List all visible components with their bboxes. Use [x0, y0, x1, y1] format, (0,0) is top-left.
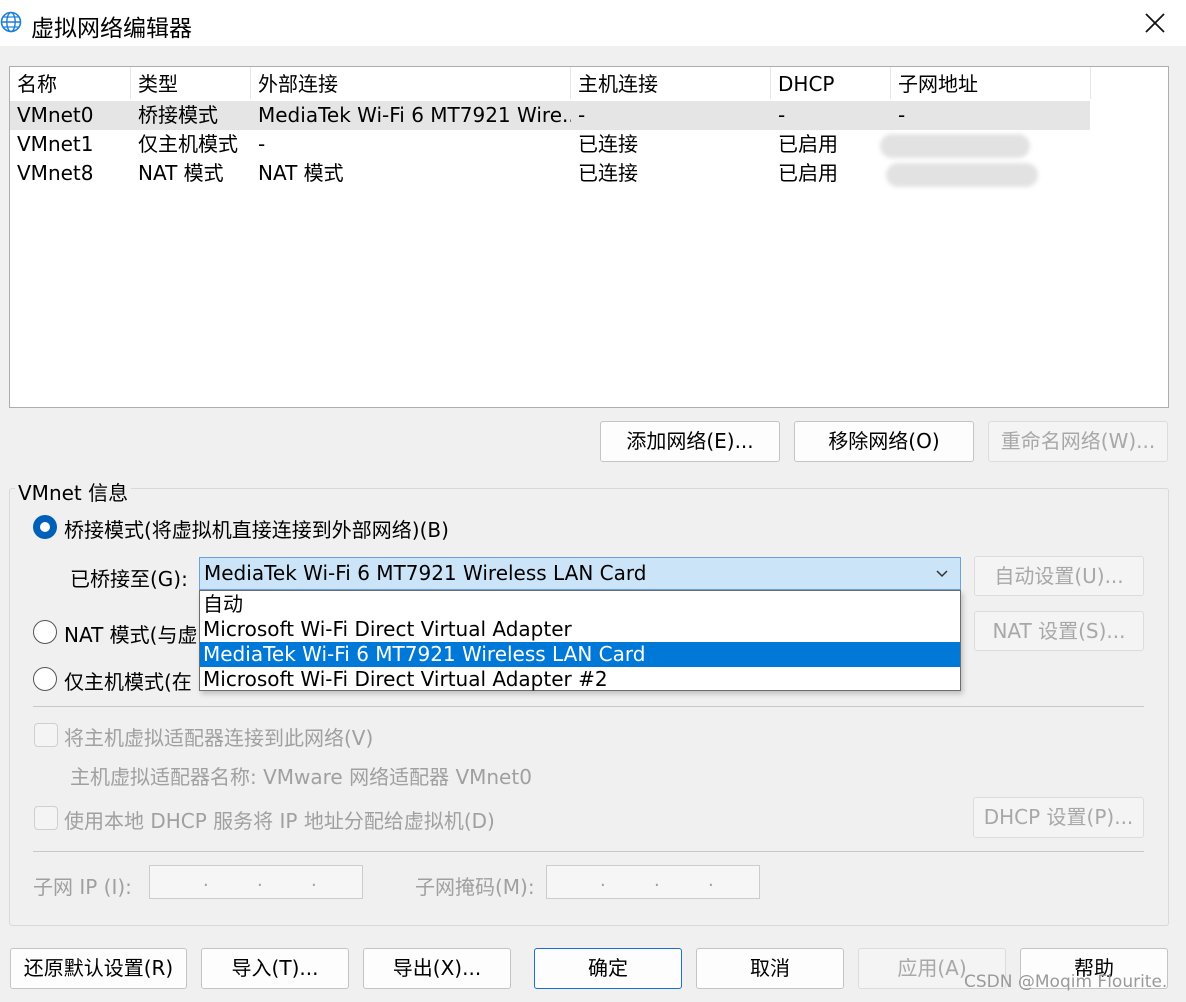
- add-network-button[interactable]: 添加网络(E)...: [600, 421, 780, 462]
- subnet-ip-field[interactable]: ...: [149, 865, 363, 899]
- bridged-to-value: MediaTek Wi-Fi 6 MT7921 Wireless LAN Car…: [204, 561, 647, 585]
- bridge-mode-radio[interactable]: [33, 515, 57, 539]
- close-icon[interactable]: [1140, 8, 1170, 38]
- connect-adapter-label: 将主机虚拟适配器连接到此网络(V): [64, 726, 374, 750]
- column-header-subnet[interactable]: 子网地址: [891, 67, 1091, 99]
- bridge-mode-label[interactable]: 桥接模式(将虚拟机直接连接到外部网络)(B): [64, 514, 449, 543]
- title-bar: 虚拟网络编辑器: [0, 0, 1186, 46]
- cell-type: NAT 模式: [138, 161, 224, 185]
- separator: [33, 706, 1144, 707]
- window-title: 虚拟网络编辑器: [31, 16, 192, 42]
- table-row[interactable]: VMnet1 仅主机模式 - 已连接 已启用: [10, 130, 1090, 159]
- column-header-external[interactable]: 外部连接: [251, 67, 571, 99]
- column-header-type[interactable]: 类型: [131, 67, 251, 99]
- dhcp-settings-button[interactable]: DHCP 设置(P)...: [973, 797, 1144, 838]
- vmnet-info-group: [9, 488, 1169, 926]
- network-table[interactable]: 名称 类型 外部连接 主机连接 DHCP 子网地址 VMnet0 桥接模式 Me…: [9, 66, 1169, 408]
- remove-network-button[interactable]: 移除网络(O): [794, 421, 974, 462]
- cell-type: 仅主机模式: [138, 132, 238, 156]
- subnet-ip-label: 子网 IP (I):: [33, 875, 132, 899]
- dhcp-label: 使用本地 DHCP 服务将 IP 地址分配给虚拟机(D): [64, 809, 495, 833]
- cell-subnet: -: [898, 103, 906, 127]
- watermark: CSDN @Moqim Flourite.: [964, 972, 1168, 992]
- table-row[interactable]: VMnet8 NAT 模式 NAT 模式 已连接 已启用: [10, 159, 1090, 188]
- ok-button[interactable]: 确定: [534, 948, 682, 989]
- column-header-dhcp[interactable]: DHCP: [771, 67, 891, 99]
- cell-external: MediaTek Wi-Fi 6 MT7921 Wire...: [258, 103, 571, 127]
- subnet-mask-label: 子网掩码(M):: [415, 875, 535, 899]
- cell-name: VMnet8: [17, 161, 94, 185]
- cell-type: 桥接模式: [138, 103, 218, 127]
- cell-external: NAT 模式: [258, 161, 344, 185]
- dropdown-option[interactable]: Microsoft Wi-Fi Direct Virtual Adapter: [200, 617, 960, 642]
- redacted-subnet: [886, 163, 1038, 187]
- dropdown-option[interactable]: Microsoft Wi-Fi Direct Virtual Adapter #…: [200, 667, 960, 692]
- subnet-mask-field[interactable]: ...: [546, 865, 760, 899]
- host-only-radio[interactable]: [33, 667, 57, 691]
- column-header-name[interactable]: 名称: [10, 67, 131, 99]
- cell-dhcp: -: [778, 103, 786, 127]
- dhcp-checkbox[interactable]: [34, 806, 58, 830]
- cancel-button[interactable]: 取消: [696, 948, 844, 989]
- column-header-host[interactable]: 主机连接: [571, 67, 771, 99]
- host-only-label[interactable]: 仅主机模式(在: [64, 666, 192, 695]
- cell-host: 已连接: [578, 132, 638, 156]
- cell-name: VMnet0: [17, 103, 94, 127]
- bridged-to-dropdown[interactable]: 自动 Microsoft Wi-Fi Direct Virtual Adapte…: [199, 590, 961, 691]
- dropdown-option-selected[interactable]: MediaTek Wi-Fi 6 MT7921 Wireless LAN Car…: [200, 642, 960, 667]
- nat-mode-radio[interactable]: [33, 620, 57, 644]
- cell-host: 已连接: [578, 161, 638, 185]
- redacted-subnet: [880, 134, 1030, 158]
- export-button[interactable]: 导出(X)...: [363, 948, 511, 989]
- dropdown-option[interactable]: 自动: [200, 592, 960, 617]
- table-row[interactable]: VMnet0 桥接模式 MediaTek Wi-Fi 6 MT7921 Wire…: [10, 101, 1090, 130]
- chevron-down-icon[interactable]: [934, 566, 950, 582]
- nat-settings-button[interactable]: NAT 设置(S)...: [974, 611, 1144, 651]
- separator: [33, 851, 1144, 852]
- connect-adapter-checkbox[interactable]: [34, 723, 58, 747]
- bridged-to-select[interactable]: MediaTek Wi-Fi 6 MT7921 Wireless LAN Car…: [199, 557, 961, 590]
- vmnet-info-title: VMnet 信息: [15, 477, 132, 506]
- rename-network-button[interactable]: 重命名网络(W)...: [988, 421, 1168, 462]
- restore-defaults-button[interactable]: 还原默认设置(R): [10, 948, 187, 989]
- globe-icon: [0, 11, 22, 33]
- adapter-name-label: 主机虚拟适配器名称: VMware 网络适配器 VMnet0: [70, 765, 532, 789]
- cell-dhcp: 已启用: [778, 132, 838, 156]
- cell-host: -: [578, 103, 586, 127]
- auto-settings-button[interactable]: 自动设置(U)...: [974, 556, 1144, 596]
- bridged-to-label: 已桥接至(G):: [70, 567, 188, 591]
- cell-name: VMnet1: [17, 132, 94, 156]
- nat-mode-label[interactable]: NAT 模式(与虚: [64, 619, 197, 648]
- cell-external: -: [258, 132, 266, 156]
- import-button[interactable]: 导入(T)...: [201, 948, 349, 989]
- cell-dhcp: 已启用: [778, 161, 838, 185]
